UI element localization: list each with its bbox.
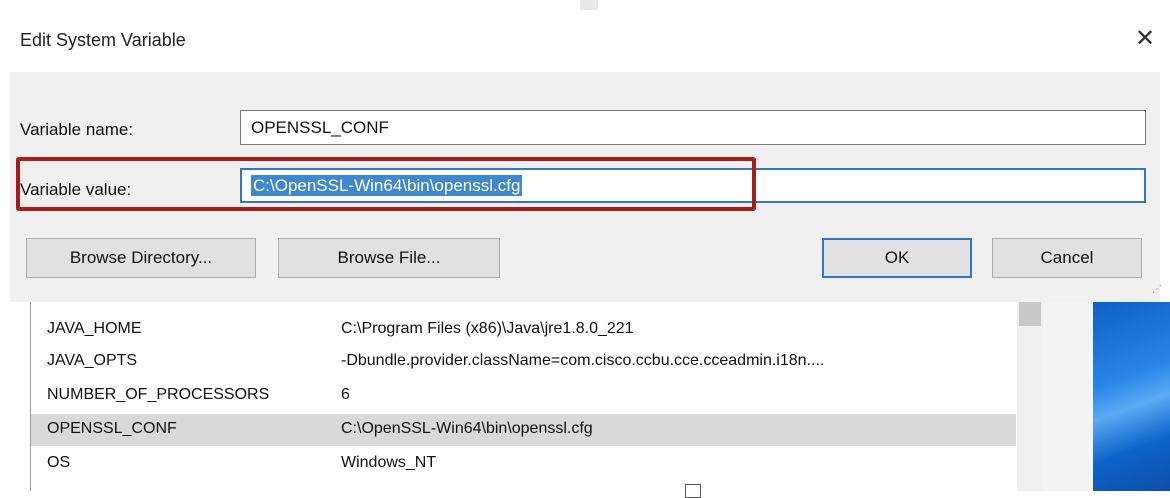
scrollbar-thumb[interactable] <box>1019 302 1041 326</box>
variable-name-cell: JAVA_OPTS <box>47 352 138 369</box>
list-row-openssl-conf[interactable]: OPENSSL_CONF C:\OpenSSL-Win64\bin\openss… <box>31 414 1016 446</box>
list-row-java-opts[interactable]: JAVA_OPTS -Dbundle.provider.className=co… <box>31 346 1016 378</box>
checkbox-icon <box>685 484 701 498</box>
window-edge <box>580 0 598 10</box>
variable-name-cell: OS <box>47 454 71 471</box>
variable-value-cell: 6 <box>341 386 350 403</box>
list-scrollbar[interactable] <box>1017 302 1043 491</box>
window-gutter <box>1043 302 1093 491</box>
variable-value-cell: -Dbundle.provider.className=com.cisco.cc… <box>341 352 825 369</box>
close-icon[interactable]: ✕ <box>1128 22 1162 56</box>
browse-directory-button[interactable]: Browse Directory... <box>26 238 256 278</box>
desktop-wallpaper <box>1093 302 1170 491</box>
list-row-os[interactable]: OS Windows_NT <box>31 448 1016 480</box>
browse-file-button[interactable]: Browse File... <box>278 238 500 278</box>
variable-name-cell: NUMBER_OF_PROCESSORS <box>47 386 270 403</box>
ok-button[interactable]: OK <box>822 238 972 278</box>
resize-grip-icon[interactable]: ⋰ <box>1152 284 1162 295</box>
variable-name-input[interactable]: OPENSSL_CONF <box>240 110 1146 145</box>
list-row-number-of-processors[interactable]: NUMBER_OF_PROCESSORS 6 <box>31 380 1016 412</box>
dialog-content: Variable name: OPENSSL_CONF Variable val… <box>10 72 1160 302</box>
dialog-title-bar: Edit System Variable ✕ <box>0 0 1170 72</box>
list-row-java-home[interactable]: JAVA_HOME C:\Program Files (x86)\Java\jr… <box>31 314 1016 346</box>
dialog-title: Edit System Variable <box>20 30 186 50</box>
variable-name-label: Variable name: <box>20 120 134 139</box>
cancel-button[interactable]: Cancel <box>992 238 1142 278</box>
system-variables-list: JAVA_HOME C:\Program Files (x86)\Java\jr… <box>30 302 1051 491</box>
highlight-annotation-frame <box>16 157 756 211</box>
edit-system-variable-dialog: Edit System Variable ✕ Variable name: OP… <box>0 0 1170 302</box>
variable-value-cell: Windows_NT <box>341 454 437 471</box>
variable-name-cell: OPENSSL_CONF <box>47 420 177 437</box>
variable-name-cell: JAVA_HOME <box>47 320 142 337</box>
variable-value-cell: C:\OpenSSL-Win64\bin\openssl.cfg <box>341 420 593 437</box>
variable-value-cell: C:\Program Files (x86)\Java\jre1.8.0_221 <box>341 320 634 337</box>
